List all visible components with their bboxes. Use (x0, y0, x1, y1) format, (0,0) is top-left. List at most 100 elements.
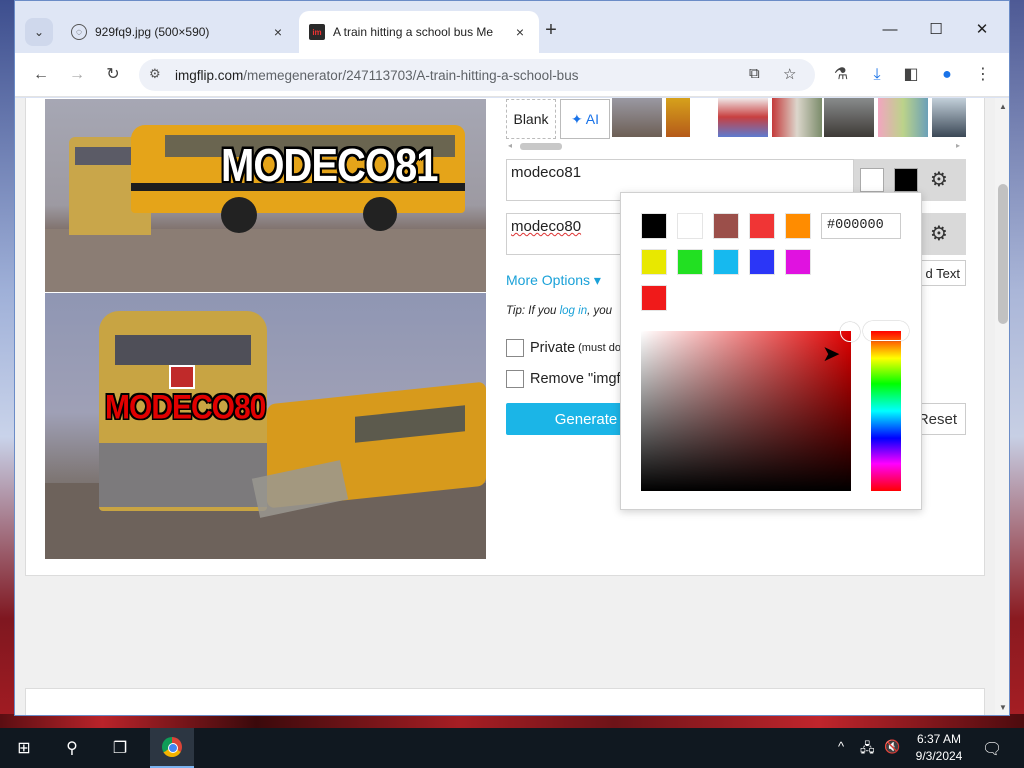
palette-swatch[interactable] (713, 249, 739, 275)
palette-swatch[interactable] (677, 249, 703, 275)
tab-strip: ⌄ ◌ 929fq9.jpg (500×590) × im A train hi… (15, 1, 1009, 53)
more-options-link[interactable]: More Options ▾ (506, 272, 601, 289)
scroll-left-icon[interactable]: ◂ (508, 141, 512, 150)
saturation-value-area[interactable] (641, 322, 860, 491)
train-plow (99, 443, 267, 507)
outline-color-swatch[interactable] (860, 168, 884, 192)
palette-swatch[interactable] (785, 213, 811, 239)
template-thumbnail[interactable] (878, 98, 928, 137)
meme-preview[interactable]: MODECO81 MODECO80 (45, 99, 486, 559)
volume-muted-icon[interactable]: 🔇 (884, 739, 900, 755)
network-icon[interactable]: 🖧 (860, 739, 875, 761)
template-thumbnail[interactable] (772, 98, 822, 137)
add-text-button[interactable]: d Text (918, 260, 966, 286)
private-label: Private (530, 340, 576, 356)
download-icon[interactable]: ⤓ (863, 61, 891, 89)
desktop-wallpaper-bottom (0, 714, 1024, 728)
labs-flask-icon[interactable]: ⚗ (827, 61, 855, 89)
tab-image[interactable]: ◌ 929fq9.jpg (500×590) × (61, 11, 297, 53)
site-settings-icon[interactable]: ⚙ (149, 66, 161, 82)
tip-prefix: Tip: If you (506, 305, 560, 317)
template-thumbnail[interactable] (666, 98, 690, 137)
chrome-taskbar-button[interactable] (150, 728, 194, 768)
gear-icon[interactable]: ⚙ (930, 221, 948, 246)
bookmark-star-icon[interactable]: ☆ (783, 65, 796, 83)
address-bar[interactable]: ⚙ imgflip.com/memegenerator/247113703/A-… (139, 59, 815, 91)
palette-swatch[interactable] (749, 213, 775, 239)
union-pacific-shield (169, 365, 195, 389)
windows-taskbar: ⊞ ⚲ ❐ ^ 🖧 🔇 6:37 AM 9/3/2024 🗨 (0, 728, 1024, 768)
ground (45, 229, 486, 292)
search-icon[interactable]: ⚲ (52, 728, 92, 768)
chrome-icon (162, 737, 182, 757)
notifications-icon[interactable]: 🗨 (982, 739, 1002, 759)
scroll-down-icon[interactable]: ▼ (999, 703, 1007, 712)
tip-text: Tip: If you log in, you (506, 305, 612, 317)
remove-watermark-option[interactable]: Remove "imgf (506, 370, 621, 388)
template-thumbnail[interactable] (824, 98, 874, 137)
globe-icon: ◌ (71, 24, 87, 40)
clock-date: 9/3/2024 (915, 749, 963, 763)
login-link[interactable]: log in (560, 305, 588, 317)
close-window-button[interactable]: ✕ (959, 15, 1005, 45)
hue-slider[interactable] (863, 321, 909, 491)
reset-button[interactable]: Reset (918, 403, 966, 435)
blank-template-button[interactable]: Blank (506, 99, 556, 139)
bus-wheel (221, 197, 257, 233)
page-scroll-thumb[interactable] (998, 184, 1008, 324)
new-tab-button[interactable]: + (539, 19, 563, 43)
private-option[interactable]: Private (must do (506, 339, 621, 357)
browser-window: ⌄ ◌ 929fq9.jpg (500×590) × im A train hi… (14, 0, 1010, 716)
saturation-handle[interactable] (840, 322, 860, 342)
hue-handle[interactable] (863, 321, 909, 341)
tab-meme-generator[interactable]: im A train hitting a school bus Me × (299, 11, 539, 53)
task-view-icon[interactable]: ❐ (100, 728, 140, 768)
forward-icon[interactable]: → (63, 61, 91, 89)
palette-swatch[interactable] (713, 213, 739, 239)
hex-color-input[interactable]: #000000 (821, 213, 901, 239)
page-lower-panel (25, 688, 985, 715)
template-strip-scrollbar[interactable]: ◂ ▸ (506, 141, 966, 151)
maximize-button[interactable]: ☐ (913, 15, 959, 45)
tab-close-button[interactable]: × (511, 24, 529, 40)
reload-icon[interactable]: ↻ (99, 61, 127, 89)
template-thumbnail[interactable] (718, 98, 768, 137)
page-scrollbar[interactable]: ▲ ▼ (995, 98, 1009, 715)
remove-watermark-checkbox[interactable] (506, 370, 524, 388)
scroll-up-icon[interactable]: ▲ (999, 102, 1007, 111)
palette-swatch[interactable] (749, 249, 775, 275)
browser-toolbar: ← → ↻ ⚙ imgflip.com/memegenerator/247113… (15, 53, 1009, 97)
url-host: imgflip.com (175, 67, 244, 83)
scroll-right-icon[interactable]: ▸ (956, 141, 960, 150)
palette-swatch[interactable] (677, 213, 703, 239)
tab-close-button[interactable]: × (269, 24, 287, 40)
taskbar-clock[interactable]: 6:37 AM 9/3/2024 (904, 731, 974, 765)
palette-swatch[interactable] (641, 285, 667, 311)
train-windows (115, 335, 251, 365)
menu-kebab-icon[interactable]: ⋮ (969, 61, 997, 89)
remove-watermark-label: Remove "imgf (530, 371, 621, 387)
ai-template-button[interactable]: ✦ AI (560, 99, 610, 139)
tab-search-button[interactable]: ⌄ (25, 18, 53, 46)
gear-icon[interactable]: ⚙ (930, 167, 948, 192)
template-strip: Blank ✦ AI (506, 98, 966, 139)
text-color-swatch[interactable] (894, 168, 918, 192)
palette-swatch[interactable] (641, 213, 667, 239)
install-app-icon[interactable]: ⧉ (749, 65, 760, 82)
side-panel-icon[interactable]: ◧ (897, 61, 925, 89)
palette-swatch[interactable] (641, 249, 667, 275)
template-thumbnail[interactable] (932, 98, 966, 137)
tray-overflow-icon[interactable]: ^ (838, 739, 844, 754)
start-windows-icon[interactable]: ⊞ (4, 728, 44, 768)
back-icon[interactable]: ← (27, 61, 55, 89)
template-strip-scroll-thumb[interactable] (520, 143, 562, 150)
bus-wheel (363, 197, 397, 231)
palette-swatch[interactable] (785, 249, 811, 275)
template-thumbnail[interactable] (612, 98, 662, 137)
private-checkbox[interactable] (506, 339, 524, 357)
profile-avatar-icon[interactable]: ● (933, 61, 961, 89)
minimize-button[interactable]: — (867, 15, 913, 45)
tip-suffix: , you (587, 305, 613, 317)
page-viewport: MODECO81 MODECO80 Blank ✦ AI ◂ ▸ modeco8… (15, 98, 995, 715)
text-box-2-input[interactable]: modeco80 (506, 213, 626, 255)
